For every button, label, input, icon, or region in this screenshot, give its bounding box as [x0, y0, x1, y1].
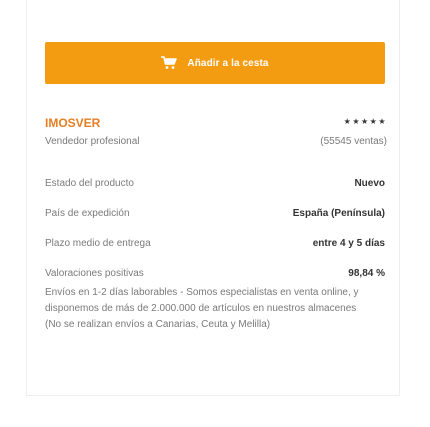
- seller-type: Vendedor profesional: [45, 136, 140, 147]
- seller-offer-card: Añadir a la cesta IMOSVER Vendedor profe…: [26, 0, 400, 396]
- detail-label: Estado del producto: [45, 178, 134, 189]
- detail-row-delivery-time: Plazo medio de entrega entre 4 y 5 días: [45, 238, 385, 258]
- detail-value: entre 4 y 5 días: [312, 238, 385, 249]
- cart-icon: [161, 56, 178, 70]
- detail-label: País de expedición: [45, 208, 130, 219]
- seller-name-link[interactable]: IMOSVER: [45, 116, 100, 130]
- detail-row-condition: Estado del producto Nuevo: [45, 178, 385, 198]
- seller-sales-count: (55545 ventas): [320, 136, 387, 147]
- detail-label: Valoraciones positivas: [45, 268, 144, 279]
- detail-value: 98,84 %: [348, 268, 385, 279]
- add-to-cart-label: Añadir a la cesta: [187, 57, 269, 69]
- add-to-cart-button[interactable]: Añadir a la cesta: [45, 42, 385, 84]
- detail-row-ship-country: País de expedición España (Península): [45, 208, 385, 228]
- shipping-note: Envíos en 1-2 días laborables - Somos es…: [45, 287, 359, 330]
- detail-value: España (Península): [292, 208, 385, 219]
- detail-label: Plazo medio de entrega: [45, 238, 151, 249]
- seller-rating-stars: ★★★★★: [343, 117, 387, 126]
- detail-value: Nuevo: [354, 178, 385, 189]
